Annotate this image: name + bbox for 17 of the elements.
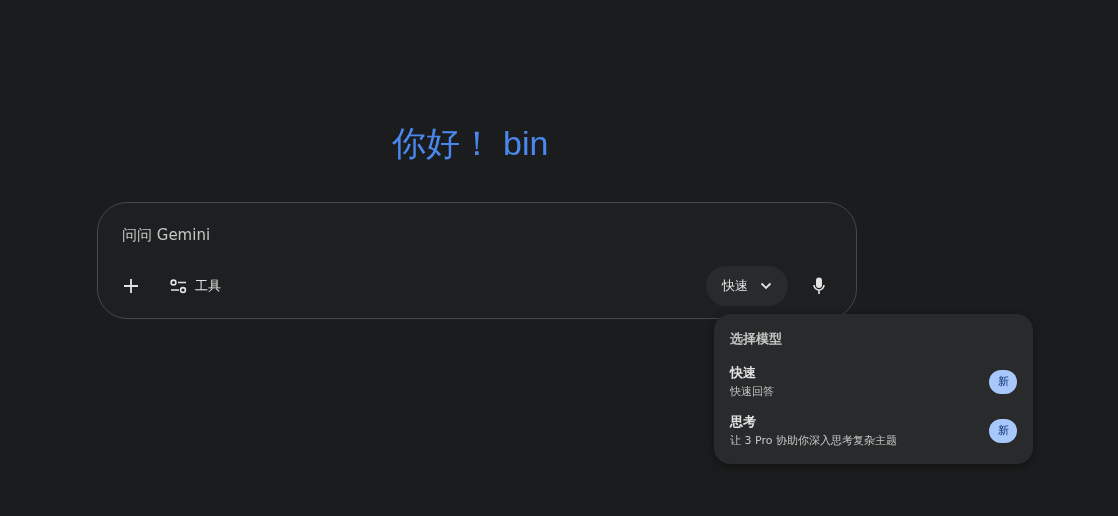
model-description: 让 3 Pro 协助你深入思考复杂主题 (730, 433, 897, 448)
model-name: 快速 (730, 364, 757, 382)
greeting: 你好！ bin (391, 123, 549, 164)
menu-title: 选择模型 (730, 330, 783, 348)
model-option[interactable]: 快速 快速回答 新 (730, 364, 1017, 399)
sliders-icon (170, 278, 187, 294)
chevron-down-icon (760, 282, 772, 290)
microphone-icon (813, 277, 825, 295)
new-badge: 新 (989, 418, 1017, 443)
model-option[interactable]: 思考 让 3 Pro 协助你深入思考复杂主题 新 (730, 413, 1017, 448)
new-badge: 新 (989, 369, 1017, 394)
model-name: 思考 (730, 413, 757, 431)
tools-button[interactable]: 工具 (162, 269, 229, 303)
model-description: 快速回答 (730, 384, 774, 399)
model-dropdown[interactable]: 快速 (706, 266, 788, 306)
plus-icon (123, 278, 139, 294)
prompt-input[interactable]: 问问 Gemini (114, 223, 840, 246)
